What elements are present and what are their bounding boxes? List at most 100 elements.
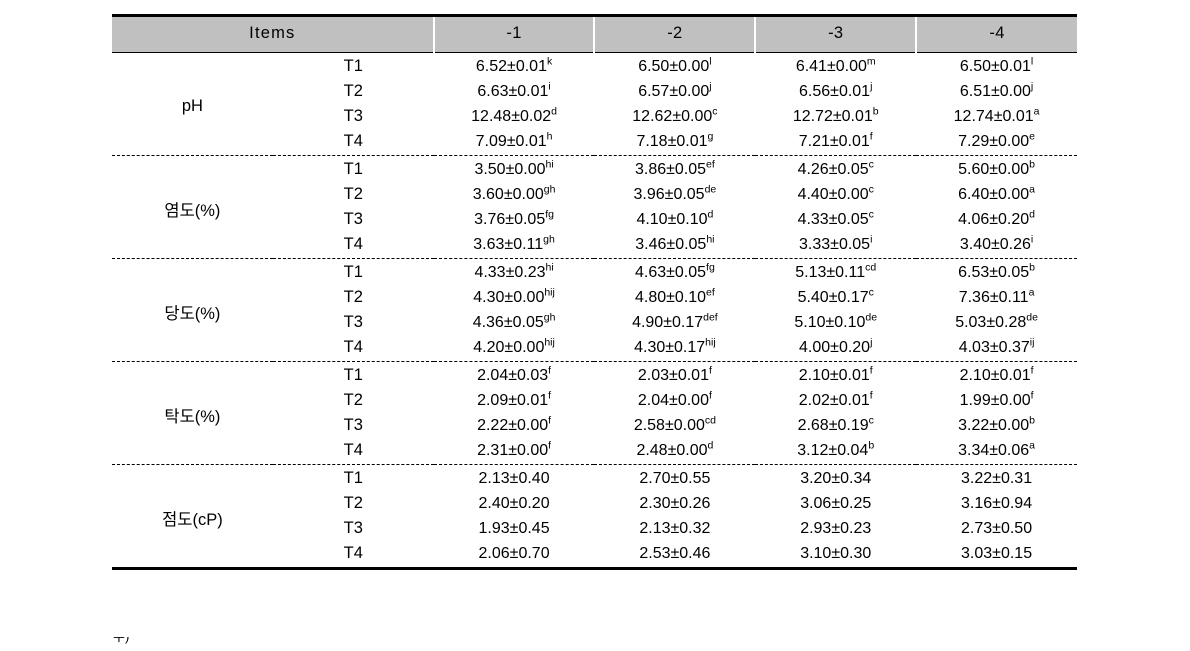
cell-superscript: d [1029, 208, 1036, 221]
cell-value: 6.50±0.00 [638, 57, 710, 75]
cell-value: 3.06±0.25 [800, 494, 872, 512]
bottom-rule-cell [112, 567, 1077, 570]
treatment-code: T3 [343, 519, 363, 537]
cell-superscript: f [708, 364, 712, 377]
data-cell: 2.13±0.32 [594, 516, 755, 541]
cell-superscript: f [1030, 389, 1034, 402]
cell-superscript: f [869, 364, 873, 377]
treatment-code: T2 [343, 391, 363, 409]
cell-value: 4.30±0.17 [634, 338, 706, 356]
cell-value: 6.41±0.00 [795, 57, 867, 75]
cell-superscript: b [1029, 158, 1036, 171]
cell-value: 2.30±0.26 [639, 494, 711, 512]
cell-value: 7.18±0.01 [636, 132, 708, 150]
data-cell: 6.51±0.00j [916, 79, 1077, 104]
cell-superscript: e [1029, 130, 1036, 143]
data-cell: 6.56±0.01j [755, 79, 916, 104]
data-cell: 3.12±0.04b [755, 438, 916, 465]
cell-value: 3.76±0.05 [474, 210, 546, 228]
data-cell: 5.03±0.28de [916, 310, 1077, 335]
column-header-2: -2 [593, 15, 756, 53]
table-row: pH T1 6.52±0.01k 6.50±0.00l 6.41±0.00m 6.50±0… [112, 53, 1077, 115]
cell-superscript: f [869, 389, 873, 402]
data-cell: 3.50±0.00hi [433, 155, 595, 182]
cell-superscript: d [707, 439, 714, 452]
cell-value: 2.48±0.00 [636, 441, 708, 459]
cell-superscript: j [1030, 80, 1034, 93]
data-cell: 2.53±0.46 [594, 541, 755, 567]
cell-value: 5.40±0.17 [797, 288, 869, 306]
cell-value: 3.46±0.05 [635, 235, 707, 253]
cell-superscript: k [546, 55, 553, 68]
cell-value: 2.68±0.19 [797, 416, 869, 434]
treatment-code: T4 [343, 235, 363, 253]
cell-value: 2.53±0.46 [639, 544, 711, 562]
data-cell: 7.18±0.01g [594, 129, 755, 156]
row-group-label: 염도(%) [112, 155, 273, 259]
cell-superscript: h [546, 130, 553, 143]
cell-value: 3.22±0.00 [958, 416, 1030, 434]
cell-superscript: a [1029, 439, 1036, 452]
cell-value: 4.06±0.20 [958, 210, 1030, 228]
data-cell: 6.50±0.01l [916, 53, 1077, 80]
column-header-3: -3 [754, 15, 917, 53]
data-cell: 4.06±0.20d [916, 207, 1077, 232]
data-cell: 6.50±0.00l [594, 53, 755, 80]
cell-superscript: l [1030, 55, 1034, 68]
cell-superscript: f [548, 414, 552, 427]
cell-superscript: hi [545, 158, 554, 171]
row-group-label: 탁도(%) [112, 361, 273, 465]
data-cell: 6.57±0.00j [594, 79, 755, 104]
data-cell: 4.63±0.05fg [594, 258, 756, 285]
cell-superscript: c [868, 183, 874, 196]
cell-superscript: hi [545, 261, 554, 274]
cell-value: 12.48±0.02 [471, 107, 552, 125]
cell-value: 2.40±0.20 [478, 494, 550, 512]
data-cell: 12.62±0.00c [594, 104, 755, 129]
cell-value: 3.34±0.06 [958, 441, 1030, 459]
data-cell: 6.40±0.00a [916, 182, 1077, 207]
cell-value: 3.86±0.05 [634, 160, 707, 178]
cell-superscript: b [1029, 261, 1036, 274]
cell-superscript: c [712, 105, 718, 118]
cell-value: 2.22±0.00 [477, 416, 549, 434]
cell-value: 6.63±0.01 [477, 82, 549, 100]
table-row: 당도(%) T1 4.33±0.23hi 4.63±0.05fg 5.13±0.11cd… [112, 258, 1077, 362]
cell-superscript: fg [706, 261, 715, 274]
data-cell: 6.41±0.00m [755, 53, 916, 80]
data-cell: 2.58±0.00cd [594, 413, 755, 438]
data-cell: 3.86±0.05ef [594, 155, 756, 182]
cell-value: 3.20±0.34 [800, 469, 872, 487]
data-cell: 2.13±0.40 [433, 464, 595, 491]
cell-value: 6.51±0.00 [959, 82, 1031, 100]
data-cell: 4.90±0.17def [594, 310, 755, 335]
cell-value: 4.90±0.17 [632, 313, 704, 331]
data-cell: 7.21±0.01f [755, 129, 916, 156]
cell-superscript: ef [706, 158, 715, 171]
data-cell: 4.36±0.05gh [434, 310, 595, 335]
data-cell: 6.63±0.01i [434, 79, 595, 104]
data-cell: 3.46±0.05hi [594, 232, 755, 259]
cell-superscript: a [1033, 105, 1040, 118]
data-cell: 4.30±0.00hij [434, 285, 595, 310]
data-cell: 4.33±0.05c [755, 207, 916, 232]
treatment-code: T4 [343, 132, 363, 150]
data-cell: 5.13±0.11cd [755, 258, 917, 285]
cell-value: 4.00±0.20 [799, 338, 871, 356]
table-row: 탁도(%) T1 2.04±0.03f 2.03±0.01f 2.10±0.01f 2.1… [112, 361, 1077, 465]
cell-superscript: f [548, 389, 552, 402]
treatment-code: T1 [272, 258, 434, 285]
cell-value: 2.04±0.03 [477, 366, 549, 384]
treatment-code: T1 [272, 155, 434, 182]
data-cell: 6.53±0.05b [916, 258, 1077, 285]
cell-value: 4.63±0.05 [634, 263, 707, 281]
data-cell: 7.36±0.11a [916, 285, 1077, 310]
cell-value: 2.13±0.32 [639, 519, 711, 537]
cell-value: 5.60±0.00 [958, 160, 1030, 178]
data-cell: 7.09±0.01h [434, 129, 595, 156]
cell-superscript: cd [704, 414, 716, 427]
cell-superscript: c [868, 208, 874, 221]
treatment-code: T1 [343, 57, 363, 75]
table-body: pH T1 6.52±0.01k 6.50±0.00l 6.41±0.00m 6.50±0… [112, 53, 1077, 570]
cell-value: 2.03±0.01 [637, 366, 709, 384]
